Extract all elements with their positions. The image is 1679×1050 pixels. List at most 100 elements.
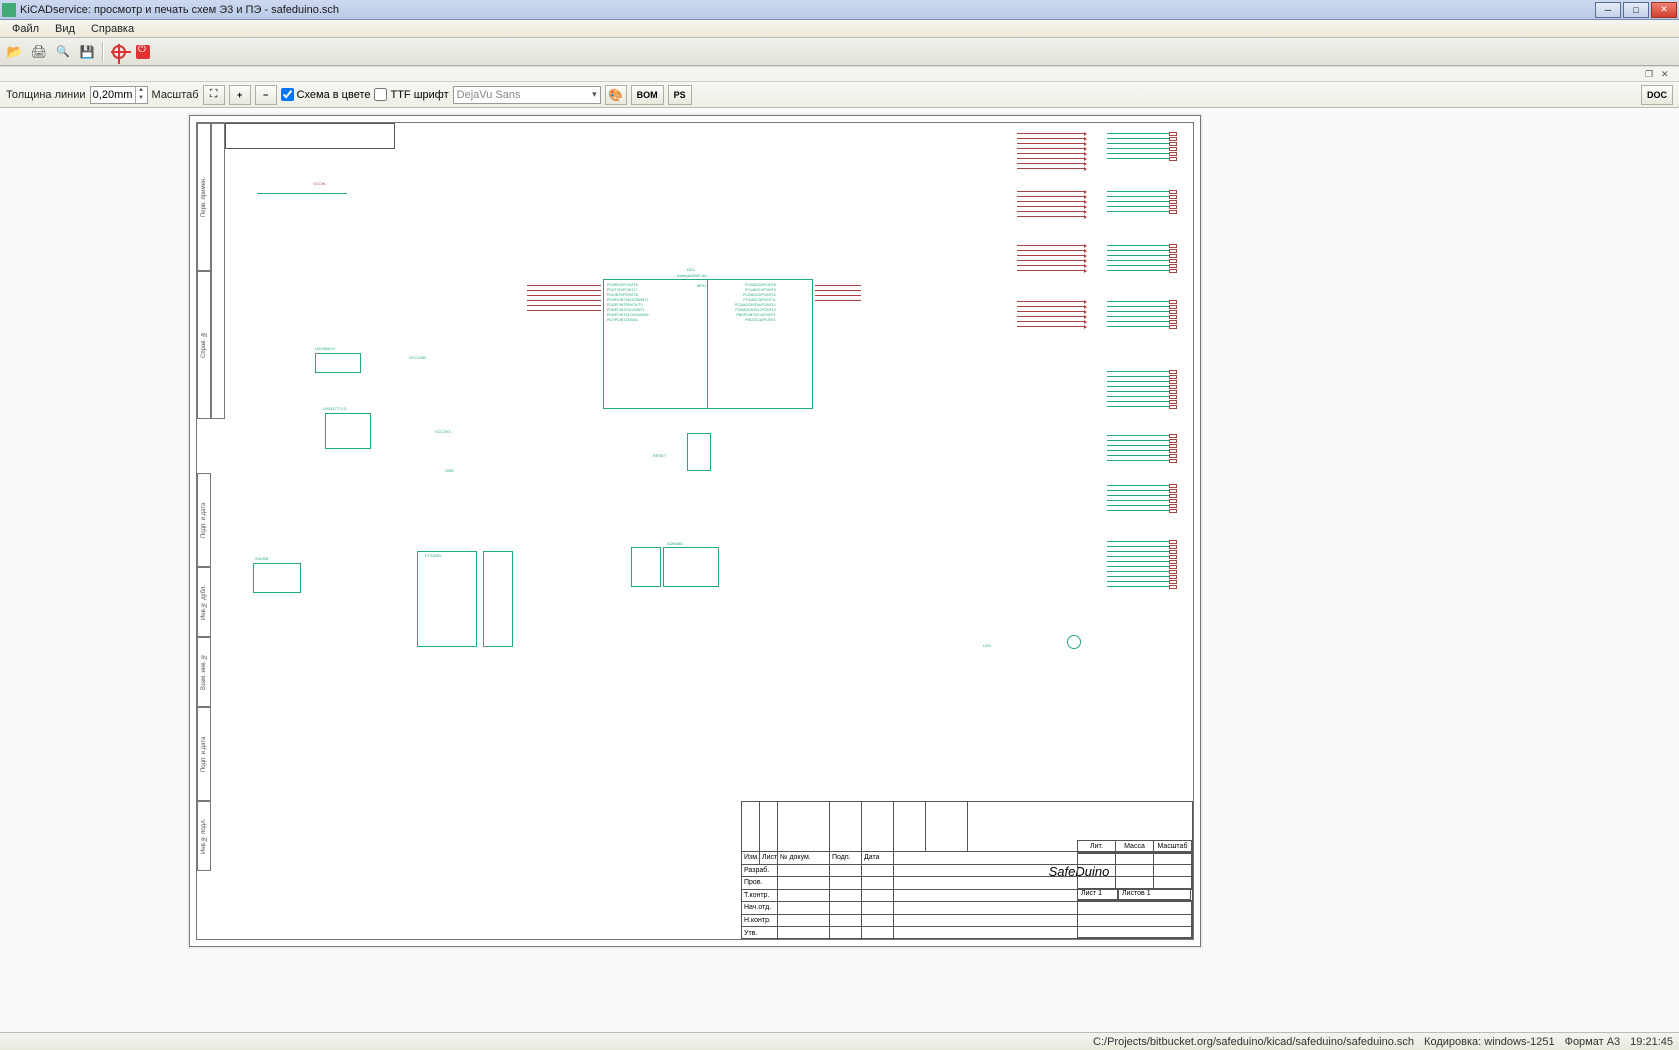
crosshair-icon (112, 45, 126, 59)
status-time: 19:21:45 (1630, 1036, 1673, 1048)
scale-label: Масштаб (152, 89, 199, 101)
bom-button[interactable]: BOM (631, 85, 664, 105)
connector-xp8 (1107, 299, 1177, 329)
floppy-icon (80, 45, 95, 59)
target-button[interactable] (108, 41, 130, 63)
net-label: VCC3V3 (435, 429, 451, 434)
corner-box (225, 123, 395, 149)
ic-adm485 (663, 547, 719, 587)
doc-button[interactable]: DOC (1641, 85, 1673, 105)
sidebox-podp-data1: Подп. и дата (197, 473, 211, 567)
sidebox-blank-upper (211, 123, 225, 419)
connector-xp3 (1017, 189, 1087, 219)
printer-icon (31, 44, 48, 60)
menu-help[interactable]: Справка (83, 21, 142, 37)
menu-file[interactable]: Файл (4, 21, 47, 37)
quit-button[interactable] (132, 41, 154, 63)
adm485-value: ADM485 (667, 541, 683, 546)
mdi-close-button[interactable]: ✕ (1661, 69, 1673, 81)
zoom-fit-icon (210, 88, 218, 101)
regulator2-value: LM1117T-3.3 (323, 406, 346, 411)
spin-up-icon[interactable]: ▲ (135, 87, 147, 95)
spin-down-icon[interactable]: ▼ (135, 95, 147, 103)
palette-icon (608, 88, 623, 102)
font-combo[interactable]: DejaVu Sans (453, 86, 601, 104)
connector-xp5 (1017, 243, 1087, 273)
sidebox-inv-podl: Инв.№ подл. (197, 801, 211, 871)
ttf-font-label: TTF шрифт (390, 89, 448, 101)
sidebox-inv-dubl: Инв.№ дубл. (197, 567, 211, 637)
connector-xp7 (1017, 299, 1087, 329)
mdi-restore-button[interactable]: ❐ (1645, 69, 1657, 81)
zoom-out-button[interactable] (255, 85, 277, 105)
ic-adm485-aux (631, 547, 661, 587)
schematic-canvas[interactable]: Перв. примен. Справ. № Подп. и дата Инв.… (0, 108, 1679, 1032)
zoom-out-icon (263, 90, 268, 100)
status-path: C:/Projects/bitbucket.org/safeduino/kica… (1093, 1036, 1414, 1048)
toolbar-separator (102, 42, 104, 62)
ttf-font-input[interactable] (374, 88, 387, 101)
window-title: KiCADservice: просмотр и печать схем Э3 … (20, 4, 1595, 16)
connector-xp12 (1107, 539, 1177, 589)
folder-open-icon (7, 44, 23, 60)
mpu-left-pins: PD0/RXD/PCINT16PD1/TXD/PCINT17PD2/INT0/P… (607, 283, 648, 323)
ttf-font-checkbox[interactable]: TTF шрифт (374, 88, 448, 101)
net-label: GND (445, 468, 454, 473)
reset-block (687, 433, 711, 471)
connector-xp9 (1107, 369, 1177, 409)
zoom-in-icon (237, 90, 242, 100)
main-toolbar (0, 38, 1679, 66)
close-button[interactable]: ✕ (1651, 2, 1677, 18)
menu-bar: Файл Вид Справка (0, 20, 1679, 38)
status-encoding: Кодировка: windows-1251 (1424, 1036, 1555, 1048)
connector-xp4 (1107, 189, 1177, 214)
sidebox-vzam-inv: Взам. инв. № (197, 637, 211, 707)
menu-view[interactable]: Вид (47, 21, 83, 37)
print-button[interactable] (28, 41, 50, 63)
ic-ft232 (417, 551, 477, 647)
zoom-fit-button[interactable] (203, 85, 225, 105)
mpu-right-pins: PC0/ADC0/PCINT8PC1/ADC1/PCINT9PC2/ADC2/P… (735, 283, 776, 323)
connector-xp2 (1107, 131, 1177, 161)
connector-xp1 (1017, 131, 1087, 171)
ps-button[interactable]: PS (668, 85, 692, 105)
maximize-button[interactable]: □ (1623, 2, 1649, 18)
window-titlebar: KiCADservice: просмотр и печать схем Э3 … (0, 0, 1679, 20)
line-thickness-spinner[interactable]: ▲▼ (90, 86, 148, 104)
save-button[interactable] (76, 41, 98, 63)
mdi-frame-controls: ❐ ✕ (0, 66, 1679, 82)
transistor-symbol (1067, 635, 1081, 649)
print-preview-button[interactable] (52, 41, 74, 63)
power-icon (136, 45, 150, 59)
mpu-value: Atmega328P-AU (677, 273, 707, 278)
minimize-button[interactable]: ─ (1595, 2, 1621, 18)
options-toolbar: Толщина линии ▲▼ Масштаб Схема в цвете T… (0, 82, 1679, 108)
schematic-sheet: Перв. примен. Справ. № Подп. и дата Инв.… (190, 116, 1200, 946)
net-label: VCCUSB (409, 355, 426, 360)
open-button[interactable] (4, 41, 26, 63)
sidebox-sprav-no: Справ. № (197, 271, 211, 419)
usb-connector (253, 563, 301, 593)
line-thickness-label: Толщина линии (6, 89, 86, 101)
title-block: Изм. Лист № докум. Подп. Дата Разраб. Пр… (741, 801, 1193, 939)
color-scheme-checkbox[interactable]: Схема в цвете (281, 88, 371, 101)
line-thickness-input[interactable] (91, 88, 135, 102)
net-label: RESET (653, 453, 666, 458)
ft232-value: FT232RL (425, 553, 442, 558)
sidebox-perv-primen: Перв. примен. (197, 123, 211, 271)
color-scheme-label: Схема в цвете (297, 89, 371, 101)
status-bar: C:/Projects/bitbucket.org/safeduino/kica… (0, 1032, 1679, 1050)
status-format: Формат A3 (1565, 1036, 1621, 1048)
palette-button[interactable] (605, 85, 627, 105)
app-icon (2, 3, 16, 17)
ic-regulator1 (315, 353, 361, 373)
print-preview-icon (56, 45, 70, 58)
zoom-in-button[interactable] (229, 85, 251, 105)
connector-xp10 (1107, 433, 1177, 463)
color-scheme-input[interactable] (281, 88, 294, 101)
mpu-ref: DD1 (687, 267, 695, 272)
net-label: VCCIN (313, 181, 325, 186)
sidebox-podp-data2: Подп. и дата (197, 707, 211, 801)
connector-xp6 (1107, 243, 1177, 273)
ic-regulator2 (325, 413, 371, 449)
